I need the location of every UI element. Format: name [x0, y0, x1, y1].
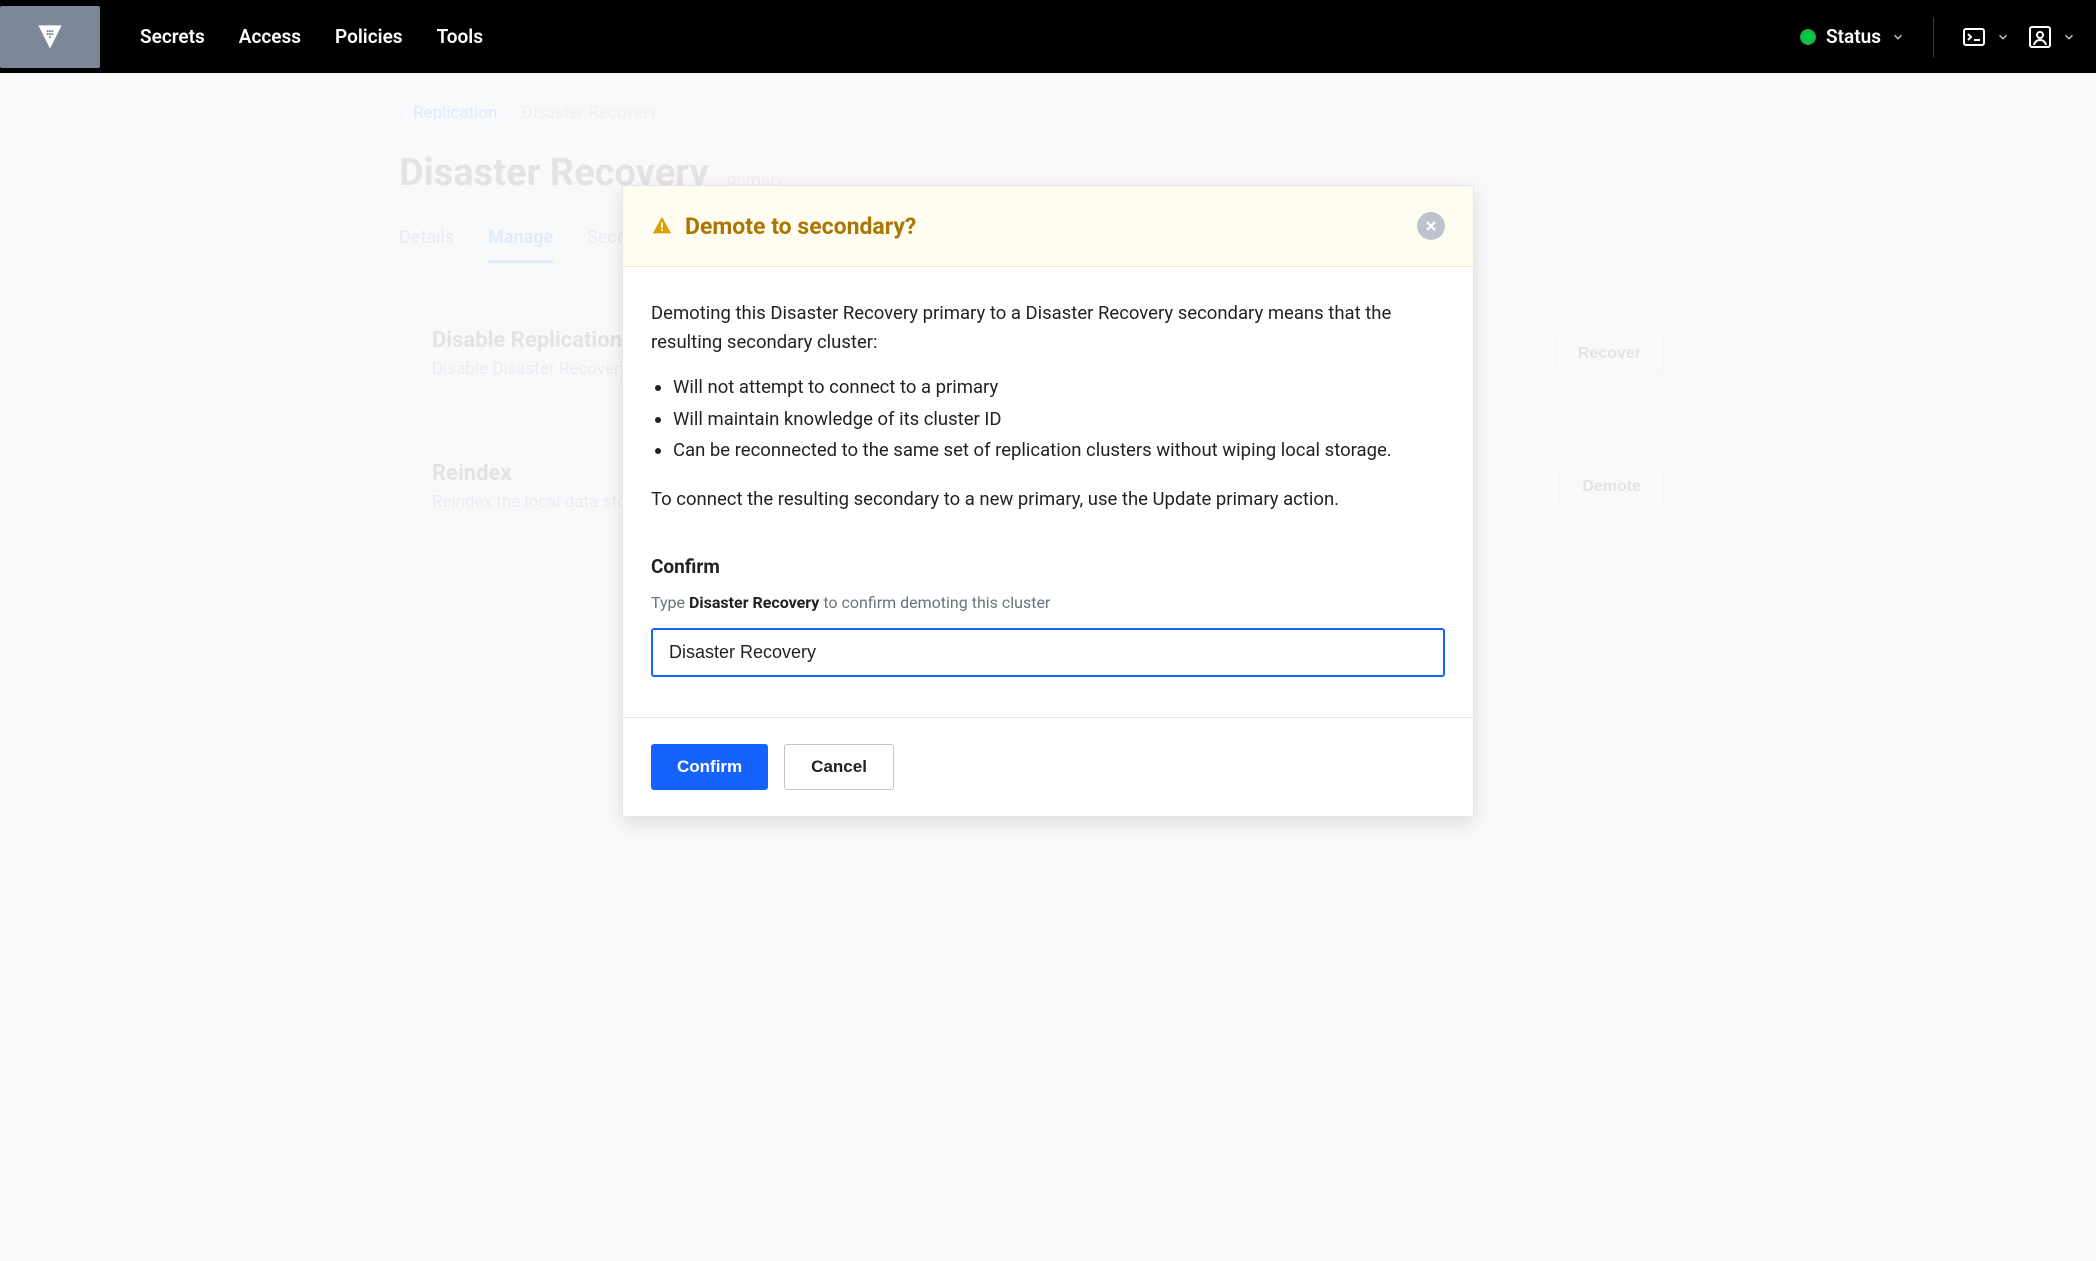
chevron-down-icon — [2062, 30, 2076, 44]
confirm-hint: Type Disaster Recovery to confirm demoti… — [651, 590, 1445, 615]
modal-bullet-list: Will not attempt to connect to a primary… — [673, 373, 1445, 465]
chevron-down-icon — [1996, 30, 2010, 44]
modal-intro: Demoting this Disaster Recovery primary … — [651, 299, 1445, 357]
console-dropdown[interactable] — [1962, 25, 2010, 49]
modal-body: Demoting this Disaster Recovery primary … — [623, 267, 1473, 717]
confirm-input[interactable] — [651, 628, 1445, 677]
warning-icon — [651, 215, 673, 237]
status-dropdown[interactable]: Status — [1800, 25, 1905, 48]
topbar-right: Status — [1800, 17, 2076, 57]
chevron-down-icon — [1891, 30, 1905, 44]
modal-bullet: Will not attempt to connect to a primary — [673, 373, 1445, 402]
modal-outro: To connect the resulting secondary to a … — [651, 485, 1445, 514]
confirm-button[interactable]: Confirm — [651, 744, 768, 790]
top-navigation: Secrets Access Policies Tools Status — [0, 0, 2096, 73]
nav-tools[interactable]: Tools — [437, 25, 483, 48]
divider — [1933, 17, 1934, 57]
close-icon — [1425, 220, 1437, 232]
confirm-section: Confirm Type Disaster Recovery to confir… — [651, 552, 1445, 676]
app-logo[interactable] — [0, 6, 100, 68]
demote-modal: Demote to secondary? Demoting this Disas… — [622, 185, 1474, 817]
modal-footer: Confirm Cancel — [623, 717, 1473, 816]
nav-secrets[interactable]: Secrets — [140, 25, 205, 48]
modal-bullet: Can be reconnected to the same set of re… — [673, 436, 1445, 465]
status-indicator-icon — [1800, 29, 1816, 45]
modal-overlay: Demote to secondary? Demoting this Disas… — [0, 73, 2096, 1261]
vault-logo-icon — [36, 23, 64, 51]
modal-bullet: Will maintain knowledge of its cluster I… — [673, 405, 1445, 434]
user-icon — [2028, 25, 2052, 49]
nav-access[interactable]: Access — [239, 25, 301, 48]
close-button[interactable] — [1417, 212, 1445, 240]
terminal-icon — [1962, 25, 1986, 49]
user-dropdown[interactable] — [2028, 25, 2076, 49]
nav-links: Secrets Access Policies Tools — [140, 25, 483, 48]
cancel-button[interactable]: Cancel — [784, 744, 894, 790]
nav-policies[interactable]: Policies — [335, 25, 403, 48]
modal-title: Demote to secondary? — [685, 213, 916, 240]
status-label: Status — [1826, 25, 1881, 48]
confirm-label: Confirm — [651, 552, 1445, 582]
modal-header: Demote to secondary? — [623, 186, 1473, 267]
